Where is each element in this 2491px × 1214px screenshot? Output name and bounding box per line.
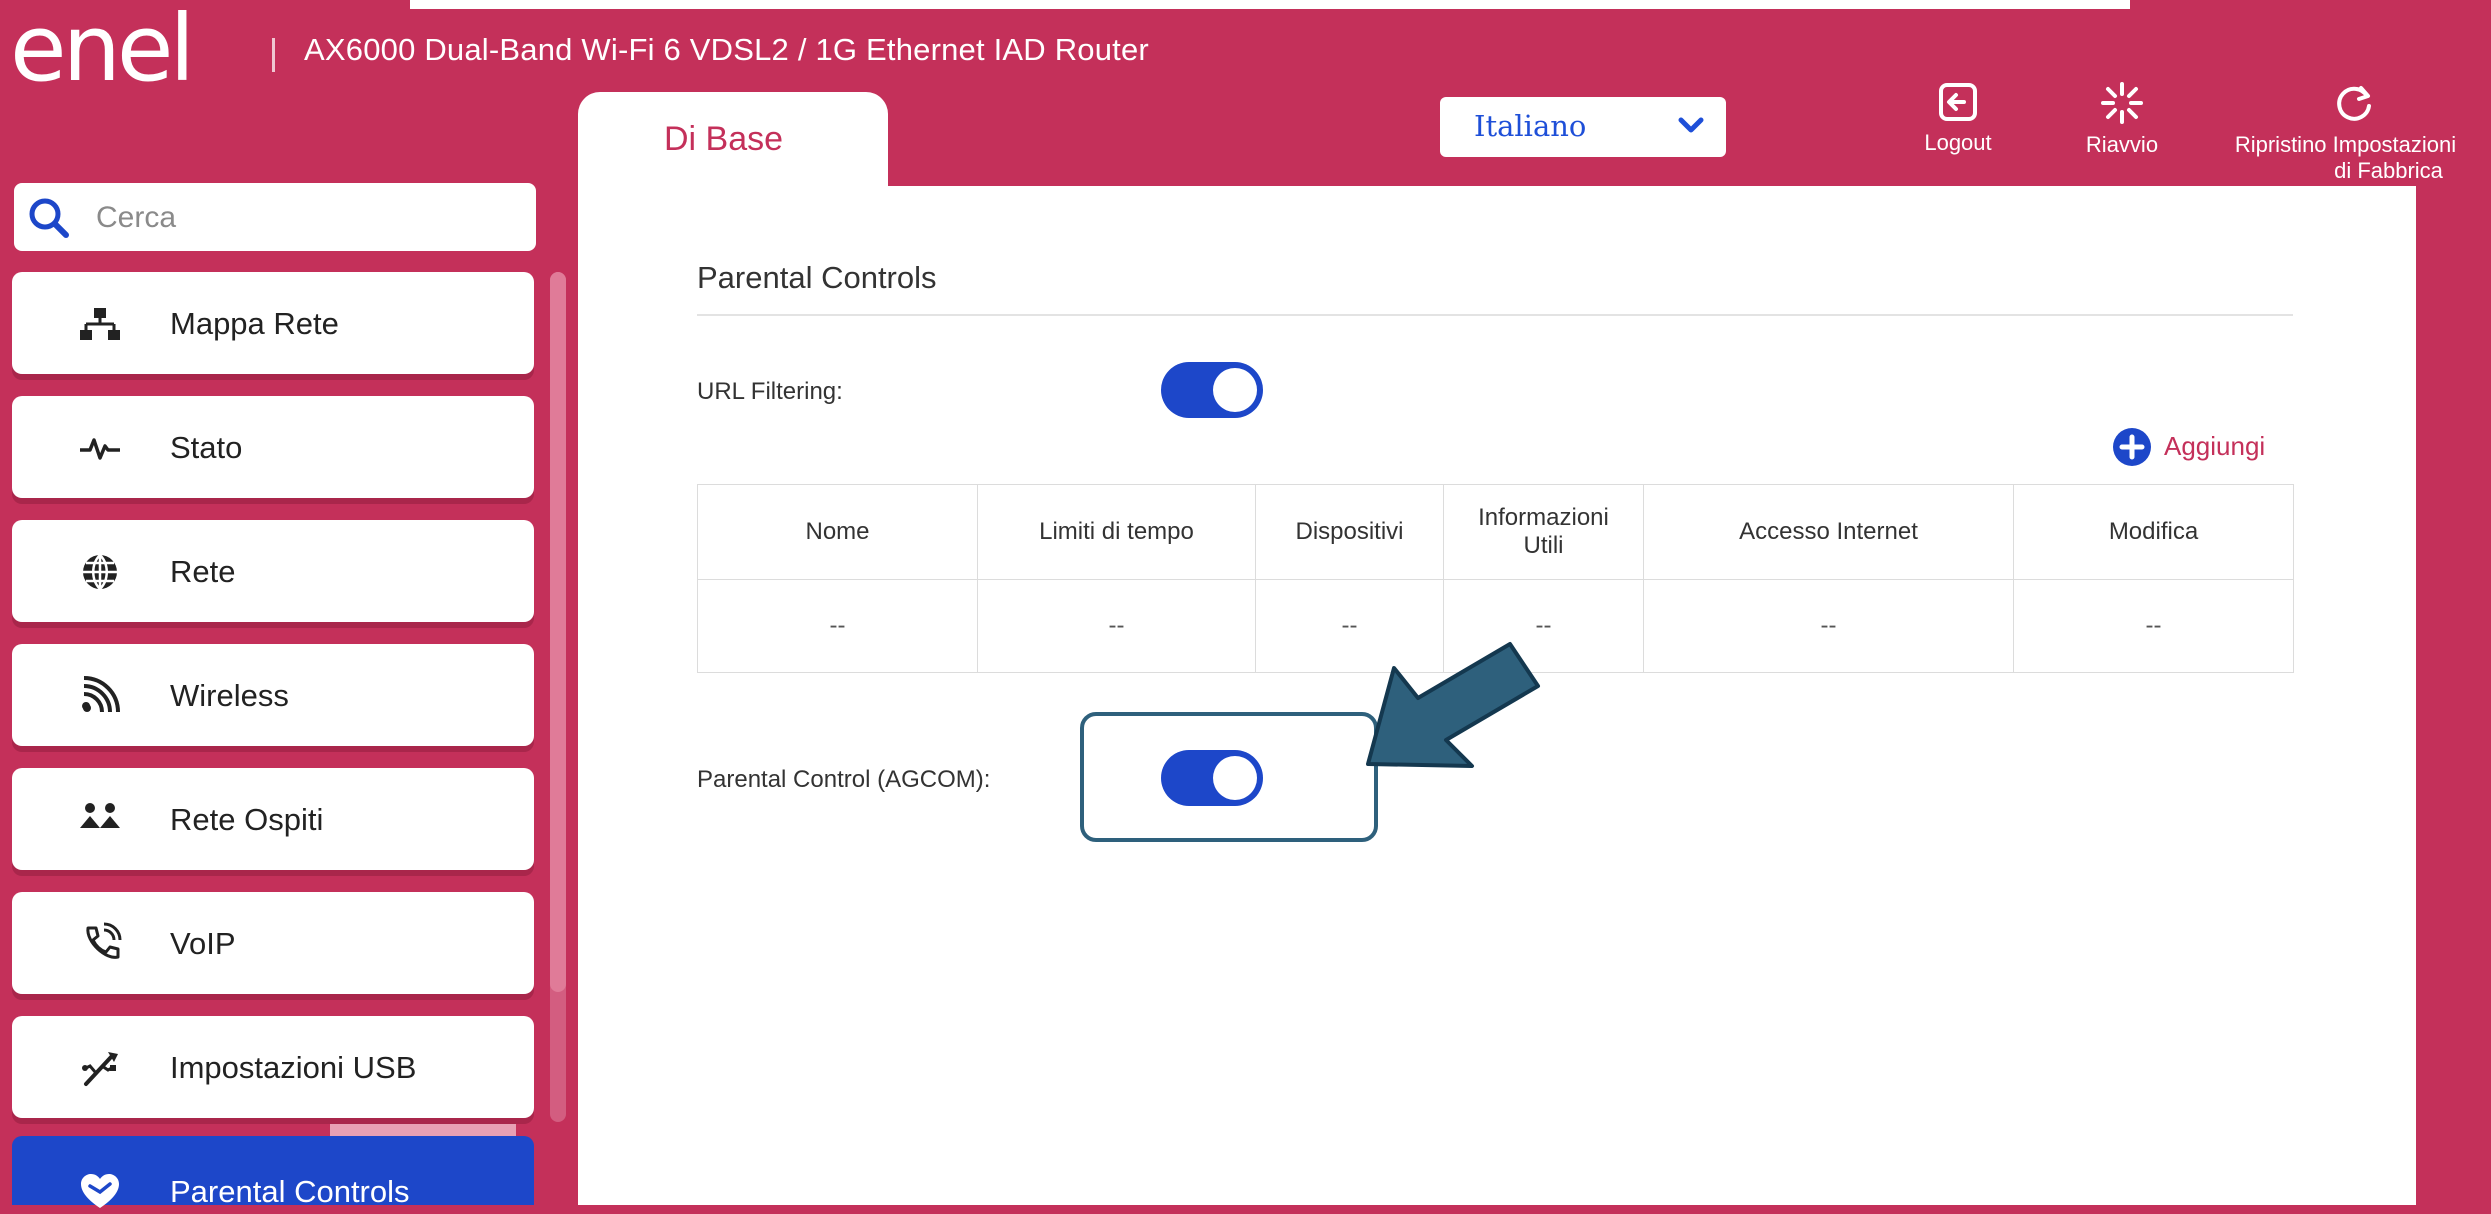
enel-logo: enel bbox=[10, 8, 195, 98]
factory-reset-button[interactable]: Ripristino Impostazioni di Fabbrica bbox=[2216, 80, 2491, 184]
guest-network-icon bbox=[80, 803, 120, 828]
logout-icon bbox=[1939, 83, 1977, 121]
sidebar-scrollbar-thumb[interactable] bbox=[550, 272, 566, 992]
tab-di-base[interactable]: Di Base bbox=[578, 92, 888, 188]
sidebar-item-mappa-rete[interactable]: Mappa Rete bbox=[12, 272, 534, 374]
column-header: Limiti di tempo bbox=[977, 484, 1256, 580]
column-header: Informazioni Utili bbox=[1443, 484, 1644, 580]
logout-button[interactable]: Logout bbox=[1908, 80, 2008, 156]
factory-reset-line2: di Fabbrica bbox=[2334, 158, 2443, 183]
table-cell: -- bbox=[2013, 579, 2294, 673]
sidebar-item-label: Rete Ospiti bbox=[170, 802, 324, 837]
factory-reset-label: Ripristino Impostazioni di Fabbrica bbox=[2216, 132, 2491, 184]
section-title: Parental Controls bbox=[697, 260, 937, 295]
reboot-icon bbox=[2101, 82, 2143, 124]
chevron-down-icon bbox=[1678, 117, 1704, 133]
svg-text:enel: enel bbox=[10, 8, 191, 98]
sidebar-item-label: Wireless bbox=[170, 678, 289, 713]
logo-separator bbox=[272, 38, 275, 72]
sidebar-item-wireless[interactable]: Wireless bbox=[12, 644, 534, 746]
column-header: Nome bbox=[697, 484, 978, 580]
sidebar-item-label: Mappa Rete bbox=[170, 306, 339, 341]
highlight-box bbox=[1080, 712, 1378, 842]
section-divider bbox=[697, 314, 2293, 316]
table-cell: -- bbox=[977, 579, 1256, 673]
column-header: Accesso Internet bbox=[1643, 484, 2014, 580]
sidebar-item-label: Impostazioni USB bbox=[170, 1050, 417, 1085]
sidebar-strip bbox=[330, 1124, 516, 1136]
factory-reset-line1: Ripristino Impostazioni bbox=[2234, 132, 2457, 157]
search-input[interactable] bbox=[94, 195, 518, 241]
wireless-icon bbox=[82, 676, 120, 713]
table-cell: -- bbox=[1643, 579, 2014, 673]
reboot-button[interactable]: Riavvio bbox=[2072, 80, 2172, 158]
status-pulse-icon bbox=[80, 438, 120, 460]
sidebar-item-stato[interactable]: Stato bbox=[12, 396, 534, 498]
search-icon bbox=[29, 198, 69, 238]
usb-icon bbox=[82, 1052, 118, 1086]
url-filtering-label: URL Filtering: bbox=[697, 378, 843, 405]
router-model: AX6000 Dual-Band Wi-Fi 6 VDSL2 / 1G Ethe… bbox=[304, 32, 1149, 67]
sidebar-item-label: Stato bbox=[170, 430, 243, 465]
tab-label: Di Base bbox=[664, 120, 784, 158]
sidebar-item-impostazioni-usb[interactable]: Impostazioni USB bbox=[12, 1016, 534, 1118]
url-filtering-toggle[interactable] bbox=[1161, 362, 1263, 418]
reboot-label: Riavvio bbox=[2085, 132, 2159, 157]
network-map-icon bbox=[80, 308, 120, 340]
heart-icon bbox=[81, 1174, 119, 1208]
table-header-row: Nome Limiti di tempo Dispositivi Informa… bbox=[697, 484, 2294, 580]
add-label: Aggiungi bbox=[2164, 431, 2266, 461]
sidebar-item-label: Rete bbox=[170, 554, 236, 589]
search-box[interactable] bbox=[14, 183, 536, 251]
pointer-arrow-icon bbox=[1366, 642, 1540, 768]
language-select[interactable]: Italiano bbox=[1440, 97, 1726, 157]
agcom-label: Parental Control (AGCOM): bbox=[697, 766, 991, 793]
plus-circle-icon bbox=[2113, 428, 2151, 466]
sidebar-item-parental-controls[interactable]: Parental Controls bbox=[12, 1136, 534, 1209]
sidebar-item-label: VoIP bbox=[170, 926, 236, 961]
sidebar-item-rete-ospiti[interactable]: Rete Ospiti bbox=[12, 768, 534, 870]
table-cell: -- bbox=[697, 579, 978, 673]
toggle-knob bbox=[1213, 368, 1257, 412]
sidebar-item-voip[interactable]: VoIP bbox=[12, 892, 534, 994]
logout-label: Logout bbox=[1924, 130, 1992, 155]
column-header: Modifica bbox=[2013, 484, 2294, 580]
language-value: Italiano bbox=[1474, 109, 1587, 143]
factory-reset-icon bbox=[2336, 86, 2371, 121]
column-header: Dispositivi bbox=[1255, 484, 1444, 580]
sidebar-item-rete[interactable]: Rete bbox=[12, 520, 534, 622]
phone-icon bbox=[86, 922, 122, 959]
header: enel AX6000 Dual-Band Wi-Fi 6 VDSL2 / 1G… bbox=[0, 0, 2491, 188]
globe-icon bbox=[83, 554, 117, 590]
